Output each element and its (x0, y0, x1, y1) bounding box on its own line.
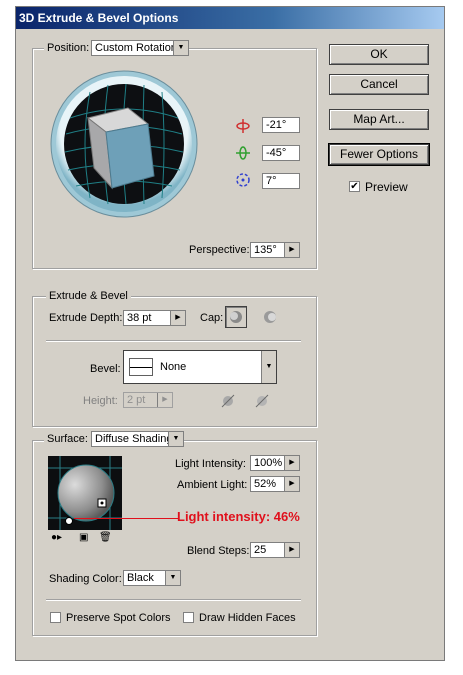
title-bar: 3D Extrude & Bevel Options (16, 7, 444, 29)
cancel-button[interactable]: Cancel (329, 74, 429, 95)
draw-hidden-faces-label: Draw Hidden Faces (199, 612, 296, 624)
fewer-options-label: Fewer Options (339, 147, 419, 161)
chevron-down-icon: ▼ (168, 432, 183, 446)
position-label: Position: (44, 42, 93, 54)
bevel-dropdown[interactable]: None ▼ (123, 350, 277, 384)
rotate-z-icon (236, 173, 250, 187)
ok-button[interactable]: OK (329, 44, 429, 65)
window-title: 3D Extrude & Bevel Options (19, 11, 179, 25)
extrude-depth-field[interactable]: 38 pt ▶ (123, 310, 186, 326)
cap-on-button[interactable] (225, 306, 247, 328)
preserve-spot-colors-label: Preserve Spot Colors (66, 612, 171, 624)
chevron-right-icon: ▶ (284, 477, 299, 491)
track-cube[interactable] (50, 70, 198, 218)
blend-steps-value: 25 (254, 544, 267, 556)
move-light-back-icon[interactable]: ●▸ (51, 532, 62, 543)
bevel-out-icon[interactable] (218, 391, 238, 411)
cap-on-icon (230, 311, 242, 323)
preview-check-glyph: ✔ (350, 181, 359, 192)
chevron-down-icon: ▼ (173, 41, 188, 55)
extrude-depth-value: 38 pt (127, 312, 152, 324)
chevron-right-icon: ▶ (157, 393, 172, 407)
extrude-bevel-legend: Extrude & Bevel (46, 290, 131, 302)
fewer-options-button[interactable]: Fewer Options (329, 144, 429, 165)
chevron-right-icon: ▶ (284, 243, 299, 257)
extrude-separator (46, 340, 301, 342)
cancel-label: Cancel (360, 77, 398, 91)
cap-off-icon[interactable] (261, 308, 279, 326)
light-intensity-value: 100% (254, 457, 283, 469)
chevron-down-icon: ▼ (165, 571, 180, 585)
shading-color-value: Black (127, 572, 154, 584)
delete-light-icon[interactable]: 🗑 (99, 532, 112, 543)
rotate-z-value: 7° (266, 175, 277, 187)
perspective-value: 135° (254, 244, 277, 256)
annotation-line (74, 518, 178, 519)
height-field[interactable]: 2 pt ▶ (123, 392, 173, 408)
rotate-x-field[interactable]: -21° (262, 117, 300, 133)
rotate-y-field[interactable]: -45° (262, 145, 300, 161)
bevel-in-icon[interactable] (252, 391, 272, 411)
ambient-light-value: 52% (254, 478, 277, 490)
dialog-window: 3D Extrude & Bevel Options OK Cancel Map… (15, 6, 445, 661)
perspective-field[interactable]: 135° ▶ (250, 242, 300, 258)
height-value: 2 pt (127, 394, 146, 406)
position-value: Custom Rotation (95, 42, 177, 54)
light-controls: ●▸ ▣ 🗑 (48, 532, 122, 546)
position-dropdown[interactable]: Custom Rotation ▼ (91, 40, 189, 56)
chevron-down-icon: ▼ (261, 351, 276, 383)
chevron-right-icon: ▶ (284, 456, 299, 470)
bevel-label: Bevel: (90, 363, 121, 375)
rotate-z-field[interactable]: 7° (262, 173, 300, 189)
shading-color-label: Shading Color: (49, 573, 122, 585)
annotation-text: Light intensity: 46% (177, 509, 300, 524)
height-label: Height: (83, 395, 118, 407)
surface-value: Diffuse Shading (95, 433, 173, 445)
light-intensity-label: Light Intensity: (175, 458, 246, 470)
surface-label: Surface: (44, 433, 91, 445)
shading-color-dropdown[interactable]: Black ▼ (123, 570, 181, 586)
light-handle-selected[interactable] (65, 517, 73, 525)
rotate-y-value: -45° (266, 147, 287, 159)
bevel-value: None (160, 361, 187, 373)
map-art-label: Map Art... (353, 112, 405, 126)
cube-right-face (105, 123, 155, 189)
chevron-right-icon: ▶ (170, 311, 185, 325)
bevel-preview-icon (129, 358, 153, 376)
blend-steps-label: Blend Steps: (187, 545, 250, 557)
draw-hidden-faces-checkbox[interactable] (183, 612, 194, 623)
ambient-light-label: Ambient Light: (177, 479, 248, 491)
preview-label: Preview (365, 180, 408, 194)
rotate-x-icon (236, 119, 250, 133)
extrude-depth-label: Extrude Depth: (49, 312, 123, 324)
rotate-y-icon (236, 146, 250, 160)
blend-steps-field[interactable]: 25 ▶ (250, 542, 300, 558)
chevron-right-icon: ▶ (284, 543, 299, 557)
perspective-label: Perspective: (189, 244, 250, 256)
cap-label: Cap: (200, 312, 224, 324)
preserve-spot-colors-checkbox[interactable] (50, 612, 61, 623)
new-light-icon[interactable]: ▣ (79, 532, 88, 543)
surface-dropdown[interactable]: Diffuse Shading ▼ (91, 431, 184, 447)
light-intensity-field[interactable]: 100% ▶ (250, 455, 300, 471)
rotate-x-value: -21° (266, 119, 287, 131)
ok-label: OK (370, 47, 388, 61)
lit-sphere (57, 464, 115, 522)
map-art-button[interactable]: Map Art... (329, 109, 429, 130)
ambient-light-field[interactable]: 52% ▶ (250, 476, 300, 492)
surface-separator (46, 599, 301, 601)
preview-checkbox[interactable]: ✔ (349, 181, 360, 192)
